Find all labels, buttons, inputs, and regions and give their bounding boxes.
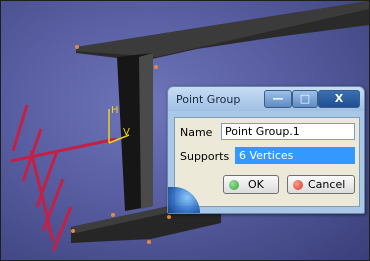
beam-web-shade xyxy=(139,53,153,209)
3d-viewport[interactable]: H V Point Group — □ X Name Point Group.1… xyxy=(1,1,369,260)
vertex-point xyxy=(154,65,158,69)
cancel-button[interactable]: Cancel xyxy=(287,175,355,194)
screenshot-frame: H V Point Group — □ X Name Point Group.1… xyxy=(0,0,370,261)
ok-label: OK xyxy=(248,178,264,191)
ok-icon xyxy=(229,180,239,190)
maximize-button[interactable]: □ xyxy=(292,90,318,108)
dialog-title: Point Group xyxy=(176,93,241,106)
supports-field[interactable]: 6 Vertices xyxy=(235,147,355,164)
point-group-dialog: Point Group — □ X Name Point Group.1 Sup… xyxy=(167,86,365,214)
vertex-point xyxy=(147,240,151,244)
name-label: Name xyxy=(180,126,213,139)
cancel-label: Cancel xyxy=(308,178,346,191)
vertex-point xyxy=(167,215,171,219)
cancel-icon xyxy=(293,180,303,190)
ok-button[interactable]: OK xyxy=(223,175,279,194)
vertex-point xyxy=(71,229,75,233)
vertex-point xyxy=(111,213,115,217)
dialog-titlebar[interactable]: Point Group — □ X xyxy=(168,87,364,111)
dialog-body: Name Point Group.1 Supports 6 Vertices O… xyxy=(174,117,360,207)
close-button[interactable]: X xyxy=(318,90,360,108)
axis-h-label: H xyxy=(111,105,119,116)
minimize-button[interactable]: — xyxy=(264,90,292,108)
axis-v-label: V xyxy=(123,127,130,138)
name-field[interactable]: Point Group.1 xyxy=(221,123,355,140)
supports-label: Supports xyxy=(180,150,230,163)
vertex-point xyxy=(75,45,79,49)
